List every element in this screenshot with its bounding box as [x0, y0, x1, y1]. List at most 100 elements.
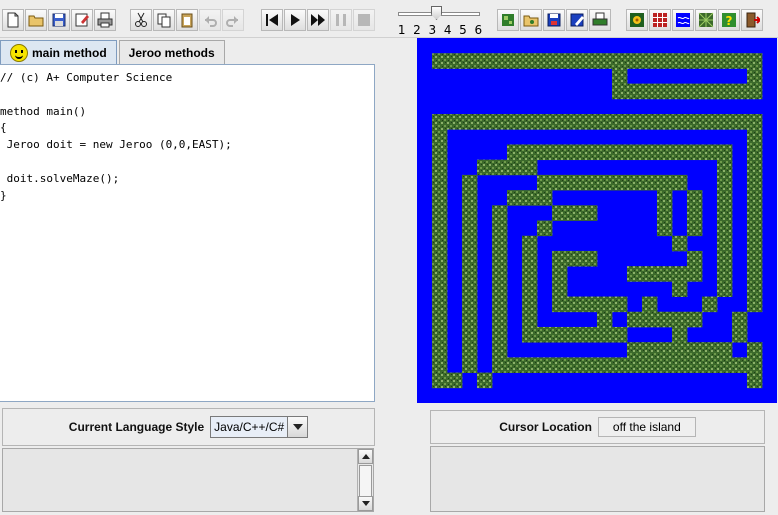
net-cell[interactable]: [747, 114, 763, 130]
net-cell[interactable]: [552, 266, 568, 282]
speed-slider[interactable]: 123456: [394, 4, 486, 37]
net-cell[interactable]: [462, 311, 478, 328]
net-cell[interactable]: [477, 53, 493, 69]
grid-button[interactable]: [649, 9, 671, 31]
net-cell[interactable]: [522, 357, 538, 373]
net-cell[interactable]: [612, 357, 628, 373]
net-cell[interactable]: [687, 311, 703, 328]
net-cell[interactable]: [672, 53, 688, 69]
language-select-value[interactable]: Java/C++/C#: [211, 417, 288, 437]
net-cell[interactable]: [642, 342, 658, 358]
net-cell[interactable]: [627, 266, 643, 282]
net-cell[interactable]: [672, 357, 688, 373]
net-cell[interactable]: [582, 53, 598, 69]
save-island-button[interactable]: [543, 9, 565, 31]
net-cell[interactable]: [672, 114, 688, 130]
net-cell[interactable]: [492, 235, 508, 252]
net-cell[interactable]: [432, 266, 448, 282]
speed-slider-thumb[interactable]: [431, 6, 442, 20]
language-select[interactable]: Java/C++/C#: [210, 416, 309, 438]
net-cell[interactable]: [702, 342, 718, 358]
net-cell[interactable]: [732, 53, 748, 69]
chevron-down-icon[interactable]: [287, 417, 308, 437]
net-cell[interactable]: [567, 53, 583, 69]
net-cell[interactable]: [627, 174, 643, 191]
net-cell[interactable]: [612, 296, 628, 313]
net-cell[interactable]: [552, 296, 568, 313]
net-cell[interactable]: [522, 190, 538, 206]
net-cell[interactable]: [642, 83, 658, 100]
net-cell[interactable]: [717, 266, 733, 282]
net-cell[interactable]: [522, 235, 538, 252]
net-cell[interactable]: [597, 174, 613, 191]
net-cell[interactable]: [657, 205, 673, 221]
net-cell[interactable]: [597, 114, 613, 130]
net-cell[interactable]: [657, 357, 673, 373]
net-cell[interactable]: [657, 311, 673, 328]
net-cell[interactable]: [672, 311, 688, 328]
net-cell[interactable]: [462, 53, 478, 69]
net-cell[interactable]: [582, 357, 598, 373]
net-cell[interactable]: [732, 83, 748, 100]
net-cell[interactable]: [672, 83, 688, 100]
net-cell[interactable]: [567, 205, 583, 221]
net-cell[interactable]: [732, 114, 748, 130]
net-cell[interactable]: [702, 357, 718, 373]
net-cell[interactable]: [672, 266, 688, 282]
net-cell[interactable]: [687, 144, 703, 161]
net-cell[interactable]: [447, 372, 463, 389]
net-cell[interactable]: [747, 144, 763, 161]
net-cell[interactable]: [432, 129, 448, 145]
net-cell[interactable]: [492, 266, 508, 282]
net-cell[interactable]: [747, 190, 763, 206]
net-cell[interactable]: [522, 114, 538, 130]
message-scrollbar[interactable]: [357, 449, 373, 511]
net-cell[interactable]: [702, 114, 718, 130]
net-cell[interactable]: [462, 205, 478, 221]
help-button[interactable]: ?: [718, 9, 740, 31]
net-cell[interactable]: [432, 144, 448, 161]
net-cell[interactable]: [462, 220, 478, 237]
cut-button[interactable]: [130, 9, 152, 31]
net-cell[interactable]: [522, 266, 538, 282]
net-cell[interactable]: [627, 53, 643, 69]
save-as-button[interactable]: [71, 9, 93, 31]
net-cell[interactable]: [657, 174, 673, 191]
net-cell[interactable]: [597, 311, 613, 328]
net-cell[interactable]: [612, 144, 628, 161]
net-cell[interactable]: [642, 174, 658, 191]
net-cell[interactable]: [747, 281, 763, 297]
paste-button[interactable]: [176, 9, 198, 31]
net-cell[interactable]: [747, 342, 763, 358]
net-cell[interactable]: [747, 129, 763, 145]
net-cell[interactable]: [717, 190, 733, 206]
net-cell[interactable]: [672, 235, 688, 252]
net-cell[interactable]: [477, 159, 493, 176]
net-cell[interactable]: [522, 281, 538, 297]
net-cell[interactable]: [642, 357, 658, 373]
net-cell[interactable]: [552, 250, 568, 267]
net-cell[interactable]: [687, 266, 703, 282]
net-cell[interactable]: [642, 266, 658, 282]
net-cell[interactable]: [747, 68, 763, 85]
scrollbar-thumb[interactable]: [359, 465, 372, 497]
net-cell[interactable]: [492, 53, 508, 69]
net-cell[interactable]: [717, 281, 733, 297]
net-cell[interactable]: [432, 114, 448, 130]
net-cell[interactable]: [672, 174, 688, 191]
net-cell[interactable]: [747, 174, 763, 191]
net-cell[interactable]: [717, 205, 733, 221]
net-cell[interactable]: [612, 53, 628, 69]
net-cell[interactable]: [627, 342, 643, 358]
net-cell[interactable]: [642, 311, 658, 328]
net-cell[interactable]: [462, 114, 478, 130]
net-cell[interactable]: [627, 144, 643, 161]
net-cell[interactable]: [657, 190, 673, 206]
net-cell[interactable]: [447, 114, 463, 130]
net-cell[interactable]: [657, 220, 673, 237]
net-cell[interactable]: [537, 114, 553, 130]
net-cell[interactable]: [432, 205, 448, 221]
net-cell[interactable]: [687, 357, 703, 373]
net-cell[interactable]: [567, 114, 583, 130]
net-cell[interactable]: [717, 235, 733, 252]
